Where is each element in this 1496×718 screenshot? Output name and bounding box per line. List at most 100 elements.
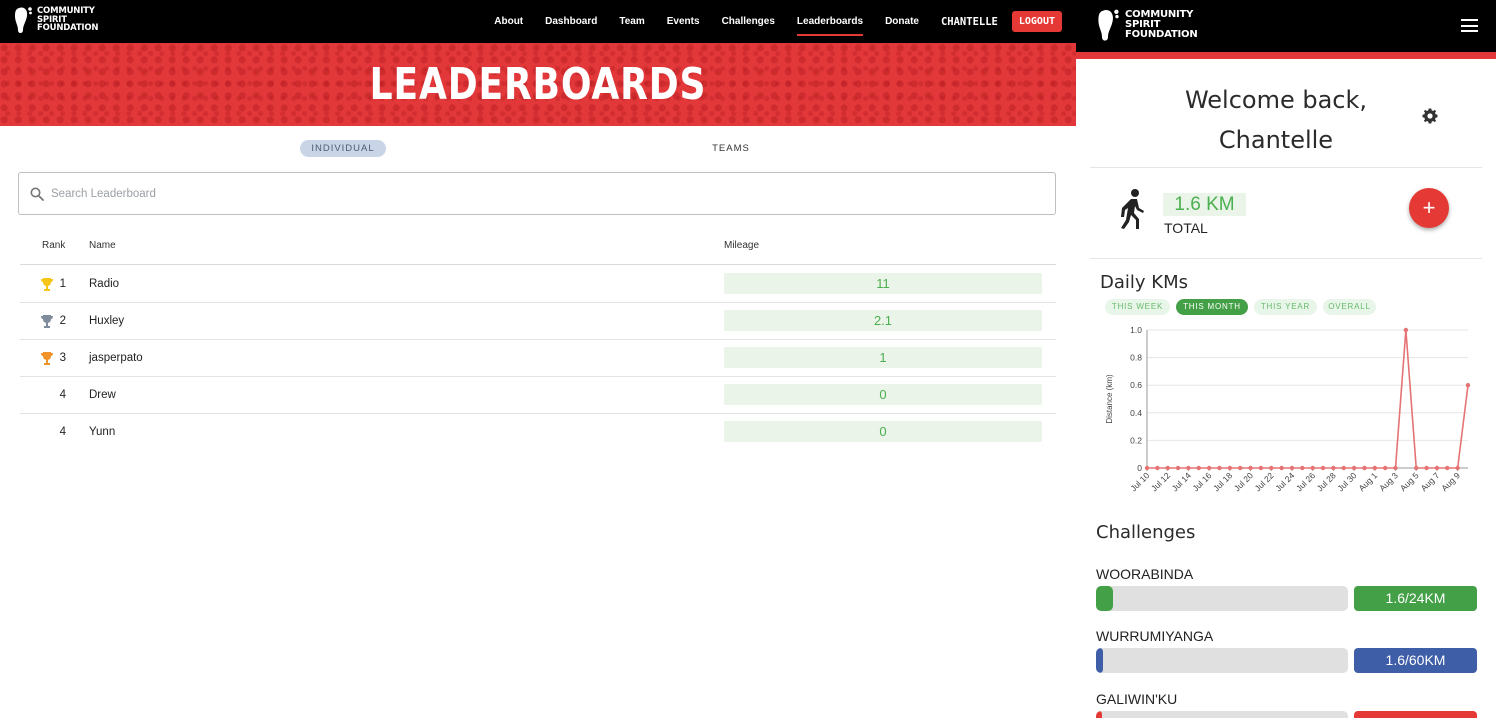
data-point — [1196, 465, 1201, 471]
data-point — [1372, 465, 1378, 471]
data-point — [1434, 465, 1440, 471]
data-point — [1465, 383, 1471, 388]
logo-text: COMMUNITY SPIRIT FOUNDATION — [37, 6, 99, 34]
y-tick-label: 0.6 — [1130, 380, 1142, 390]
header-name: Name — [89, 240, 116, 251]
x-tick-label: Jul 24 — [1273, 470, 1296, 493]
data-point — [1341, 465, 1346, 471]
nav-dashboard[interactable]: Dashboard — [545, 12, 597, 31]
table-row[interactable]: 2 Huxley 2.1 — [20, 303, 1056, 340]
y-tick-label: 0.2 — [1130, 435, 1142, 445]
divider — [1090, 167, 1482, 168]
data-point — [1289, 465, 1295, 471]
hero-banner: LEADERBOARDS — [0, 43, 1076, 126]
hamburger-menu-icon[interactable] — [1461, 19, 1478, 32]
total-distance: 1.6 KM — [1163, 193, 1246, 216]
mileage-value: 0 — [724, 384, 1042, 405]
filter-this-month[interactable]: THIS MONTH — [1176, 299, 1248, 315]
bronze-trophy-icon — [41, 352, 53, 365]
tab-teams[interactable]: TEAMS — [702, 140, 760, 157]
top-navbar: COMMUNITY SPIRIT FOUNDATION About Dashbo… — [0, 0, 1076, 43]
search-box — [18, 172, 1056, 215]
rank-value: 2 — [59, 315, 66, 327]
data-point — [1258, 465, 1264, 471]
nav-leaderboards[interactable]: Leaderboards — [796, 12, 864, 36]
filter-overall[interactable]: OVERALL — [1323, 299, 1376, 315]
challenge-progress-fill — [1096, 586, 1113, 611]
x-tick-label: Jul 20 — [1232, 470, 1255, 493]
player-name: Drew — [89, 389, 116, 401]
data-point — [1320, 465, 1326, 471]
gear-icon[interactable] — [1422, 108, 1438, 124]
data-point — [1217, 465, 1222, 471]
challenge-progress-label[interactable]: 1.6/60KM — [1354, 648, 1477, 673]
data-point — [1279, 465, 1284, 471]
challenge-progress-track — [1096, 586, 1348, 611]
y-axis-label: Distance (km) — [1105, 374, 1114, 424]
data-point — [1310, 465, 1315, 471]
x-tick-label: Aug 3 — [1377, 470, 1400, 493]
x-tick-label: Aug 7 — [1419, 470, 1442, 493]
challenge-progress-track — [1096, 648, 1348, 673]
data-point — [1393, 465, 1398, 471]
mileage-value: 1 — [724, 347, 1042, 368]
data-point — [1414, 465, 1419, 471]
challenge-progress-fill — [1096, 648, 1103, 673]
challenges-title: Challenges — [1096, 522, 1196, 543]
data-point — [1424, 465, 1429, 471]
x-tick-label: Jul 12 — [1149, 470, 1172, 493]
data-point — [1186, 465, 1191, 471]
table-row[interactable]: 3 jasperpato 1 — [20, 340, 1056, 377]
table-header: Rank Name Mileage — [20, 240, 1056, 265]
community-spirit-logo[interactable]: COMMUNITY SPIRIT FOUNDATION — [13, 5, 99, 35]
y-tick-label: 1.0 — [1130, 325, 1142, 335]
data-point — [1300, 465, 1305, 471]
challenge-progress-label[interactable]: 1.6/24KM — [1354, 586, 1477, 611]
table-row[interactable]: 4 Yunn 0 — [20, 414, 1056, 451]
x-tick-label: Aug 9 — [1439, 470, 1462, 493]
user-name[interactable]: CHANTELLE — [941, 16, 998, 28]
nav-events[interactable]: Events — [667, 12, 700, 31]
challenge-progress-label[interactable] — [1354, 711, 1477, 718]
walking-person-icon — [1121, 189, 1144, 229]
search-icon — [30, 187, 44, 201]
data-point — [1331, 465, 1336, 471]
filter-this-year[interactable]: THIS YEAR — [1254, 299, 1317, 315]
nav-donate[interactable]: Donate — [885, 12, 919, 31]
desktop-leaderboard-view: COMMUNITY SPIRIT FOUNDATION About Dashbo… — [0, 0, 1076, 610]
nav-team[interactable]: Team — [619, 12, 644, 31]
player-name: jasperpato — [89, 352, 143, 364]
x-tick-label: Aug 5 — [1398, 470, 1421, 493]
nav-challenges[interactable]: Challenges — [722, 12, 775, 31]
tab-individual[interactable]: INDIVIDUAL — [300, 140, 386, 157]
community-spirit-logo[interactable]: COMMUNITY SPIRIT FOUNDATION — [1096, 6, 1198, 44]
mobile-navbar: COMMUNITY SPIRIT FOUNDATION — [1076, 0, 1496, 52]
rank-value: 3 — [59, 352, 66, 364]
challenge-name: WOORABINDA — [1096, 566, 1194, 582]
gold-trophy-icon — [41, 278, 53, 291]
rank-value: 1 — [59, 278, 66, 290]
logout-button[interactable]: LOGOUT — [1011, 11, 1062, 32]
add-activity-button[interactable]: + — [1409, 188, 1449, 228]
data-point — [1403, 327, 1409, 333]
data-point — [1206, 465, 1212, 471]
filter-this-week[interactable]: THIS WEEK — [1105, 299, 1170, 315]
search-input[interactable] — [51, 187, 951, 200]
table-row[interactable]: 4 Drew 0 — [20, 377, 1056, 414]
nav-about[interactable]: About — [494, 12, 523, 31]
mobile-dashboard-view: COMMUNITY SPIRIT FOUNDATION Welcome back… — [1076, 0, 1496, 718]
table-row[interactable]: 1 Radio 11 — [20, 266, 1056, 303]
divider — [1090, 258, 1482, 259]
welcome-line: Welcome back, — [1184, 86, 1368, 114]
total-label: TOTAL — [1164, 220, 1208, 236]
page-title: LEADERBOARDS — [369, 59, 707, 110]
data-point — [1362, 465, 1367, 471]
silver-trophy-icon — [41, 315, 53, 328]
mileage-value: 2.1 — [724, 310, 1042, 331]
data-point — [1144, 465, 1150, 471]
data-point — [1351, 465, 1357, 471]
series-line — [1147, 329, 1469, 469]
nav-links: About Dashboard Team Events Challenges L… — [472, 0, 1062, 43]
rank-value: 4 — [59, 389, 66, 401]
x-tick-label: Jul 10 — [1128, 470, 1151, 493]
